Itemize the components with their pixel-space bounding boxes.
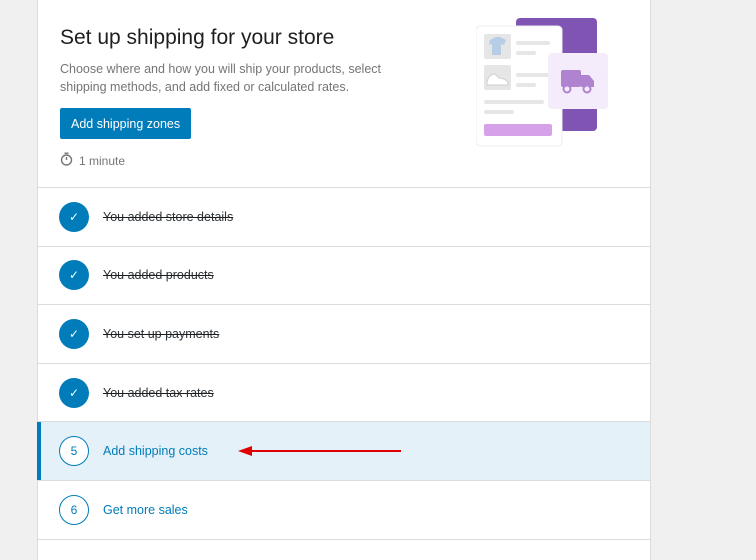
- task-tax-rates[interactable]: ✓ You added tax rates: [38, 364, 650, 423]
- time-estimate-text: 1 minute: [79, 153, 126, 168]
- checkmark-icon: ✓: [59, 377, 89, 408]
- task-label[interactable]: You added store details: [103, 210, 233, 224]
- task-products[interactable]: ✓ You added products: [38, 247, 650, 306]
- checkmark-icon: ✓: [59, 318, 89, 349]
- step-number-badge: 6: [59, 494, 89, 525]
- add-shipping-zones-button[interactable]: Add shipping zones: [60, 108, 192, 139]
- task-label[interactable]: You set up payments: [103, 327, 219, 341]
- stopwatch-icon: [60, 152, 73, 169]
- task-shipping-costs[interactable]: 5 Add shipping costs: [37, 422, 650, 481]
- task-payments[interactable]: ✓ You set up payments: [38, 305, 650, 364]
- task-label[interactable]: You added products: [103, 268, 214, 282]
- checkmark-icon: ✓: [59, 201, 89, 232]
- hero-description: Choose where and how you will ship your …: [60, 62, 382, 94]
- task-label[interactable]: You added tax rates: [103, 386, 214, 400]
- task-label[interactable]: Add shipping costs: [103, 444, 208, 458]
- task-store-details[interactable]: ✓ You added store details: [38, 188, 650, 247]
- step-number-badge: 5: [59, 436, 89, 467]
- checkmark-icon: ✓: [59, 260, 89, 291]
- time-estimate: 1 minute: [60, 152, 125, 169]
- task-more-sales[interactable]: 6 Get more sales: [38, 481, 650, 540]
- annotation-arrow-icon: [238, 446, 401, 457]
- task-label[interactable]: Get more sales: [103, 503, 188, 517]
- hero-title: Set up shipping for your store: [60, 26, 335, 49]
- shipping-illustration: [476, 18, 608, 147]
- shipping-hero-panel: Set up shipping for your store Choose wh…: [38, 0, 650, 188]
- setup-task-list-card: Set up shipping for your store Choose wh…: [37, 0, 651, 560]
